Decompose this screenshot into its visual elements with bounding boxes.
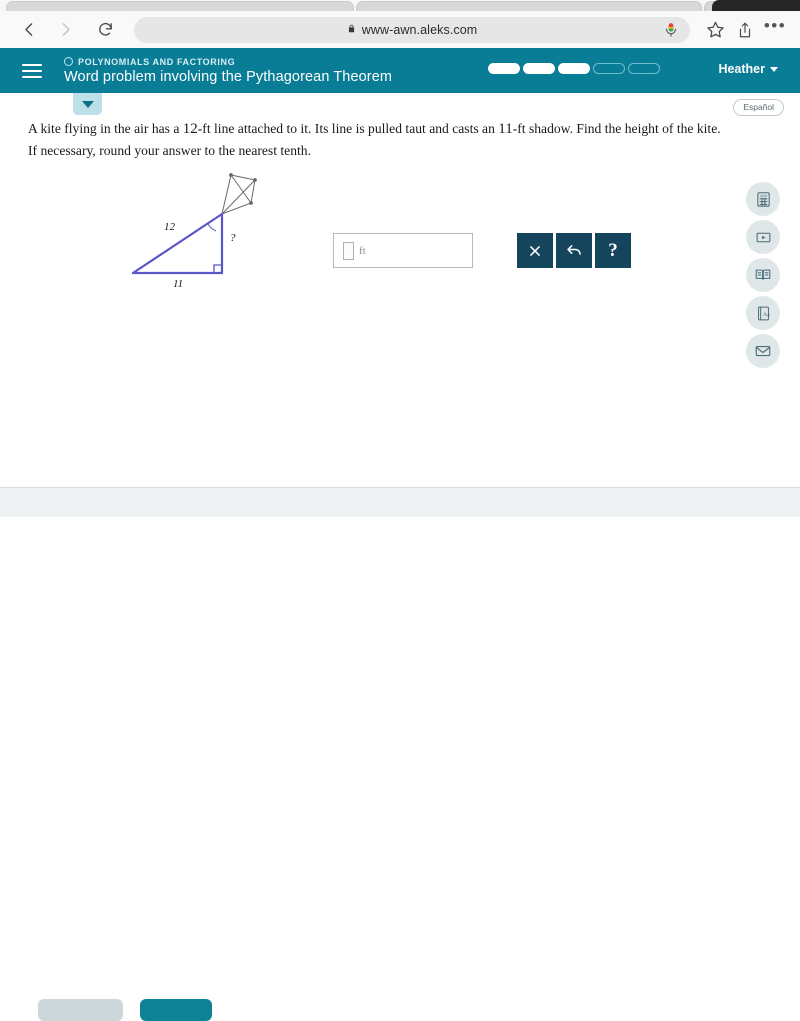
lock-icon: [347, 21, 356, 39]
progress-segment: [523, 63, 555, 74]
hamburger-menu-icon[interactable]: [22, 63, 42, 78]
progress-segment: [558, 63, 590, 74]
triangle-shape: [131, 212, 224, 275]
primary-action-button[interactable]: [140, 999, 212, 1021]
bottom-bar: [0, 488, 800, 1021]
browser-menu-icon[interactable]: •••: [760, 15, 790, 45]
browser-tab-active[interactable]: [712, 0, 800, 11]
topic-label: POLYNOMIALS AND FACTORING: [78, 56, 236, 67]
share-icon[interactable]: [730, 15, 760, 45]
progress-bar: [488, 63, 660, 74]
microphone-icon[interactable]: [662, 21, 680, 39]
bookmark-star-icon[interactable]: [700, 15, 730, 45]
kite-shape: [221, 173, 257, 215]
hypotenuse-label: 12: [164, 221, 176, 233]
glossary-icon[interactable]: Aa: [746, 296, 780, 330]
shadow-length-value: 11: [498, 121, 513, 137]
app-header: POLYNOMIALS AND FACTORING Word problem i…: [0, 48, 800, 93]
line-length-value: 12: [182, 121, 198, 137]
espanol-button[interactable]: Español: [733, 99, 784, 116]
chevron-down-icon: [81, 100, 94, 108]
figure-svg: 12 11 ?: [131, 173, 257, 290]
topic-row: POLYNOMIALS AND FACTORING: [64, 57, 392, 67]
video-icon[interactable]: [746, 220, 780, 254]
reload-icon[interactable]: [90, 15, 120, 45]
answer-entry-box[interactable]: [343, 241, 354, 260]
undo-button[interactable]: [556, 233, 592, 268]
answer-unit-label: ft: [359, 244, 366, 257]
right-angle-marker: [213, 264, 222, 273]
forward-icon[interactable]: [50, 15, 80, 45]
answer-tools: ?: [517, 233, 631, 268]
calculator-icon[interactable]: [746, 182, 780, 216]
progress-segment: [593, 63, 625, 74]
progress-segment: [628, 63, 660, 74]
sub-header: [0, 93, 800, 117]
answer-area: ft ?: [333, 233, 631, 268]
angle-arc: [207, 223, 217, 232]
progress-segment: [488, 63, 520, 74]
tool-rail: Aa: [746, 182, 780, 368]
browser-tab-strip: [0, 0, 800, 13]
user-menu[interactable]: Heather: [718, 62, 778, 76]
page-title: Word problem involving the Pythagorean T…: [64, 68, 393, 85]
header-titles: POLYNOMIALS AND FACTORING Word problem i…: [64, 57, 392, 85]
user-name: Heather: [718, 62, 765, 76]
clear-button[interactable]: [517, 233, 553, 268]
topic-circle-icon: [64, 57, 73, 66]
question-part1: A kite flying in the air has a: [28, 121, 183, 136]
url-text: www-awn.aleks.com: [361, 22, 478, 37]
height-label: ?: [230, 232, 236, 244]
base-label: 11: [173, 278, 183, 290]
browser-toolbar: www-awn.aleks.com •••: [0, 11, 800, 48]
hypotenuse-line: [131, 212, 224, 275]
chevron-down-icon: [770, 66, 778, 72]
question-text: A kite flying in the air has a 12-ft lin…: [28, 118, 728, 161]
answer-input[interactable]: ft: [333, 233, 473, 268]
ebook-icon[interactable]: [746, 258, 780, 292]
pythagorean-figure: 12 11 ?: [118, 168, 288, 293]
address-bar[interactable]: www-awn.aleks.com: [134, 16, 690, 43]
message-icon[interactable]: [746, 334, 780, 368]
svg-text:Aa: Aa: [763, 311, 770, 317]
secondary-action-button[interactable]: [38, 999, 123, 1021]
question-part2: -ft line attached to it. Its line is pul…: [197, 121, 499, 136]
expand-panel-button[interactable]: [73, 93, 102, 115]
back-icon[interactable]: [14, 15, 44, 45]
help-button[interactable]: ?: [595, 233, 631, 268]
